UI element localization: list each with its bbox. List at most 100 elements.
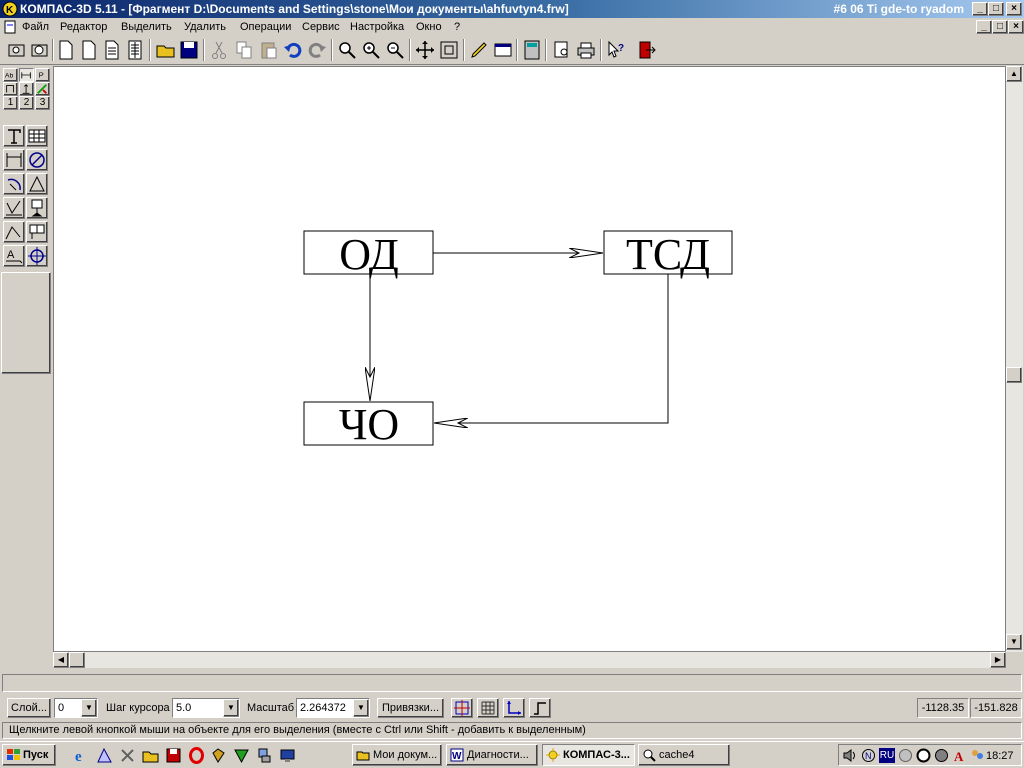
- ie-icon[interactable]: e: [73, 747, 90, 764]
- view-button[interactable]: [492, 39, 514, 61]
- menu-window[interactable]: Окно: [416, 18, 442, 36]
- print-button[interactable]: [575, 39, 597, 61]
- scroll-down-button[interactable]: ▼: [1006, 634, 1022, 650]
- document-icon[interactable]: [3, 20, 17, 34]
- palette-dimension-mode[interactable]: [19, 68, 34, 82]
- close-button[interactable]: ×: [1006, 2, 1022, 16]
- record-tray-icon[interactable]: [916, 748, 931, 763]
- palette-arrow-mode[interactable]: [19, 82, 34, 96]
- doc-restore-button[interactable]: □: [992, 20, 1008, 34]
- minimize-button[interactable]: _: [972, 2, 988, 16]
- new-sheet-button[interactable]: [6, 39, 28, 61]
- chevron-down-icon[interactable]: ▼: [81, 699, 97, 717]
- zoom-in-button[interactable]: [360, 39, 382, 61]
- menu-settings[interactable]: Настройка: [350, 18, 404, 36]
- palette-tab-2[interactable]: 2: [19, 96, 34, 110]
- gem-icon[interactable]: [210, 747, 227, 764]
- menu-editor[interactable]: Редактор: [60, 18, 107, 36]
- menu-service[interactable]: Сервис: [302, 18, 340, 36]
- menu-operations[interactable]: Операции: [240, 18, 291, 36]
- layer-select[interactable]: 0 ▼: [54, 698, 98, 718]
- paste-button[interactable]: [258, 39, 280, 61]
- step-select[interactable]: 5.0 ▼: [172, 698, 240, 718]
- tsd-cho-connector[interactable]: [434, 275, 668, 423]
- scroll-right-button[interactable]: ▶: [990, 652, 1006, 668]
- undo-button[interactable]: [282, 39, 304, 61]
- center-mark-button[interactable]: [26, 245, 48, 267]
- new-spec-button[interactable]: [124, 39, 146, 61]
- radius-dimension-button[interactable]: [3, 173, 25, 195]
- palette-tab-3[interactable]: 3: [35, 96, 50, 110]
- calculator-button[interactable]: [521, 39, 543, 61]
- grid-button[interactable]: [477, 698, 499, 718]
- task-cache[interactable]: cache4: [638, 744, 730, 766]
- chevron-down-icon[interactable]: ▼: [353, 699, 369, 717]
- desktop-icon[interactable]: [279, 747, 296, 764]
- local-cs-button[interactable]: [451, 698, 473, 718]
- vertical-scroll-thumb[interactable]: [1006, 367, 1022, 383]
- ortho-button[interactable]: [503, 698, 525, 718]
- palette-tab-1[interactable]: 1: [3, 96, 18, 110]
- new-text-button[interactable]: [101, 39, 123, 61]
- maximize-button[interactable]: □: [988, 2, 1004, 16]
- cut-button[interactable]: [208, 39, 230, 61]
- clock[interactable]: 18:27: [986, 745, 1014, 767]
- palette-p-mode[interactable]: [3, 82, 18, 96]
- doc-close-button[interactable]: ×: [1008, 20, 1024, 34]
- print-preview-button[interactable]: [551, 39, 573, 61]
- menu-help[interactable]: ?: [454, 18, 460, 36]
- vertical-scrollbar[interactable]: ▲ ▼: [1006, 66, 1023, 652]
- chevron-down-icon[interactable]: ▼: [223, 699, 239, 717]
- base-designation-button[interactable]: [26, 197, 48, 219]
- new-fragment-button[interactable]: [29, 39, 51, 61]
- palette-param-mode[interactable]: P: [35, 68, 50, 82]
- open-button[interactable]: [155, 39, 177, 61]
- palette-text-mode[interactable]: Ab: [3, 68, 18, 82]
- table-tool-button[interactable]: [26, 125, 48, 147]
- roughness-button[interactable]: [3, 197, 25, 219]
- speaker-icon[interactable]: [842, 748, 857, 763]
- scale-select[interactable]: 2.264372 ▼: [296, 698, 370, 718]
- disk-icon[interactable]: [165, 747, 182, 764]
- zoom-out-button[interactable]: [384, 39, 406, 61]
- language-indicator[interactable]: RU: [879, 748, 895, 763]
- tolerance-button[interactable]: [26, 221, 48, 243]
- zoom-button[interactable]: [336, 39, 358, 61]
- disk-tray-icon[interactable]: [898, 748, 913, 763]
- snaps-button[interactable]: Привязки...: [377, 698, 444, 718]
- tools-icon[interactable]: [119, 747, 136, 764]
- task-my-documents[interactable]: Мои докум...: [352, 744, 442, 766]
- new-drawing-button[interactable]: [78, 39, 100, 61]
- network-icon[interactable]: [256, 747, 273, 764]
- linear-dimension-button[interactable]: [3, 149, 25, 171]
- task-diagnostics[interactable]: W Диагности...: [446, 744, 538, 766]
- acrobat-icon[interactable]: A: [952, 748, 967, 763]
- diameter-dimension-button[interactable]: [26, 149, 48, 171]
- position-designation-button[interactable]: A: [3, 245, 25, 267]
- copy-button[interactable]: [233, 39, 255, 61]
- layer-button[interactable]: Слой...: [7, 698, 51, 718]
- menu-select[interactable]: Выделить: [121, 18, 172, 36]
- pan-button[interactable]: [414, 39, 436, 61]
- palette-edit-mode[interactable]: [35, 82, 50, 96]
- clock-tray-icon[interactable]: [934, 748, 949, 763]
- context-help-button[interactable]: ?: [605, 39, 627, 61]
- scroll-left-button[interactable]: ◀: [53, 652, 69, 668]
- drawing-canvas[interactable]: ОД ТСД ЧО: [53, 66, 1006, 652]
- exit-button[interactable]: [636, 39, 658, 61]
- redo-button[interactable]: [306, 39, 328, 61]
- leader-line-button[interactable]: [3, 221, 25, 243]
- network-tray-icon[interactable]: N: [861, 748, 876, 763]
- compass-launch-icon[interactable]: [96, 747, 113, 764]
- redraw-button[interactable]: [468, 39, 490, 61]
- opera-icon[interactable]: [188, 747, 205, 764]
- horizontal-scroll-thumb[interactable]: [69, 652, 85, 668]
- text-tool-button[interactable]: [3, 125, 25, 147]
- users-tray-icon[interactable]: [970, 748, 985, 763]
- menu-file[interactable]: Файл: [22, 18, 49, 36]
- kompas-app-icon[interactable]: K: [2, 1, 18, 17]
- round-button[interactable]: [529, 698, 551, 718]
- task-kompas-active[interactable]: КОМПАС-3...: [542, 744, 635, 766]
- show-all-button[interactable]: [438, 39, 460, 61]
- scroll-up-button[interactable]: ▲: [1006, 66, 1022, 82]
